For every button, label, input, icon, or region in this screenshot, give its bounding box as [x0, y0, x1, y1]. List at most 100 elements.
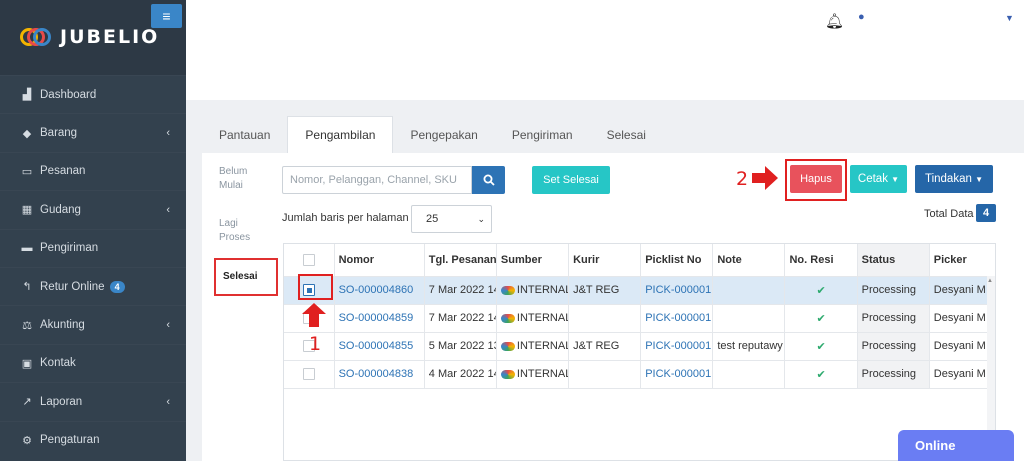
cell-picklist[interactable]: PICK-000001: [640, 276, 714, 305]
subnav-selesai[interactable]: Selesai: [214, 258, 278, 296]
cell-status: Processing: [857, 332, 930, 361]
cell-nomor-text: SO-000004838: [338, 368, 414, 380]
checkbox[interactable]: [302, 253, 315, 266]
sidebar-item-pengiriman[interactable]: ▬ Pengiriman: [0, 229, 186, 267]
cell-nomor[interactable]: SO-000004859: [334, 304, 425, 333]
column-header-nomor[interactable]: Nomor: [334, 244, 425, 277]
rows-per-page-value: 25: [426, 213, 439, 225]
set-selesai-button[interactable]: Set Selesai: [532, 166, 610, 194]
check-icon: ✔: [816, 340, 826, 353]
cell-resi: ✔: [784, 360, 858, 389]
cell-status: Processing: [857, 276, 930, 305]
cell-sumber-text: INTERNAL: [516, 368, 569, 380]
check-icon: ✔: [816, 312, 826, 325]
cell-nomor-text: SO-000004859: [338, 312, 414, 324]
column-header-picker[interactable]: Picker: [929, 244, 995, 277]
annotation-arrow-right-icon: [752, 166, 778, 190]
sidebar-item-kontak[interactable]: ▣ Kontak: [0, 344, 186, 382]
tindakan-dropdown-button[interactable]: Tindakan ▼: [915, 165, 993, 193]
column-header-note[interactable]: Note: [712, 244, 786, 277]
sidebar-item-laporan[interactable]: ↗ Laporan ‹: [0, 382, 186, 420]
tab-pantauan[interactable]: Pantauan: [202, 116, 287, 153]
total-data-label: Total Data: [924, 208, 974, 220]
cell-note: [712, 304, 786, 333]
cell-picklist-text: PICK-000001: [645, 368, 712, 380]
cell-nomor[interactable]: SO-000004855: [334, 332, 425, 361]
rows-per-page-select[interactable]: 25 ⌄: [411, 205, 492, 233]
cell-tgl-text: 4 Mar 2022 14: [428, 368, 497, 380]
logo[interactable]: JUBELIO: [20, 26, 159, 48]
cell-status-text: Processing: [861, 340, 917, 352]
sidebar-item-barang[interactable]: ◆ Barang ‹: [0, 113, 186, 151]
row-checkbox-cell[interactable]: [284, 360, 335, 389]
user-icon[interactable]: ●: [858, 11, 865, 23]
column-header-sumber[interactable]: Sumber: [496, 244, 570, 277]
column-header-picklist-no[interactable]: Picklist No: [640, 244, 714, 277]
hamburger-icon: ≡: [162, 8, 171, 24]
sidebar-item-retur-online[interactable]: ↰ Retur Online 4: [0, 267, 186, 305]
bell-icon[interactable]: 🔔︎: [825, 12, 844, 30]
online-chat-button[interactable]: Online: [898, 430, 1014, 461]
cetak-dropdown-button[interactable]: Cetak ▼: [850, 165, 907, 193]
sidebar-item-label: Retur Online: [40, 280, 105, 293]
cell-picklist[interactable]: PICK-000001: [640, 304, 714, 333]
topbar: 🔔︎ ● ▼: [186, 0, 1024, 100]
menu-toggle-button[interactable]: ≡: [151, 4, 182, 28]
annotation-arrow-up-icon: [302, 303, 326, 327]
cell-nomor-text: SO-000004855: [338, 340, 414, 352]
search-input[interactable]: [282, 166, 472, 194]
cell-picklist[interactable]: PICK-000001: [640, 332, 714, 361]
checkbox[interactable]: [302, 368, 315, 381]
hapus-button[interactable]: Hapus: [790, 165, 842, 193]
sidebar-item-gudang[interactable]: ▦ Gudang ‹: [0, 190, 186, 228]
column-header-status[interactable]: Status: [857, 244, 930, 277]
column-header-tgl-pesanan[interactable]: Tgl. Pesanan: [424, 244, 497, 277]
sidebar-item-pesanan[interactable]: ▭ Pesanan: [0, 152, 186, 190]
tab-pengiriman[interactable]: Pengiriman: [495, 116, 590, 153]
count-badge: 4: [109, 280, 125, 293]
tab-selesai[interactable]: Selesai: [590, 116, 663, 153]
chevron-down-icon: ⌄: [477, 214, 485, 224]
tab-pengepakan[interactable]: Pengepakan: [393, 116, 494, 153]
sidebar-item-pengaturan[interactable]: ⚙ Pengaturan: [0, 421, 186, 459]
annotation-step-1: 1: [309, 333, 322, 355]
chevron-left-icon: ‹: [166, 127, 170, 140]
check-icon: ✔: [816, 284, 826, 297]
cloud-icon: [500, 369, 515, 379]
cell-picklist[interactable]: PICK-000001: [640, 360, 714, 389]
table-row[interactable]: SO-000004860 7 Mar 2022 14 INTERNAL J&T REG…: [284, 276, 995, 305]
cubes-icon: ◆: [22, 127, 32, 140]
subnav-belum-mulai[interactable]: Belum Mulai: [202, 165, 262, 193]
sidebar-item-label: Pesanan: [40, 165, 86, 178]
search-button[interactable]: [472, 166, 505, 194]
column-header-no-resi[interactable]: No. Resi: [784, 244, 858, 277]
truck-icon: ▬: [21, 242, 33, 255]
caret-down-icon: ▼: [975, 174, 983, 184]
table-row[interactable]: SO-000004859 7 Mar 2022 14 INTERNAL PICK-00…: [284, 304, 995, 333]
table-row[interactable]: SO-000004838 4 Mar 2022 14 INTERNAL PICK-00…: [284, 360, 995, 389]
balance-scale-icon: ⚖: [22, 319, 32, 332]
cell-sumber: INTERNAL: [496, 360, 570, 389]
sidebar-item-akunting[interactable]: ⚖ Akunting ‹: [0, 305, 186, 343]
sidebar-item-label: Laporan: [40, 395, 83, 408]
sidebar-item-label: Barang: [40, 127, 78, 140]
jubelio-logo-icon: [20, 26, 52, 48]
cell-resi: ✔: [784, 332, 858, 361]
cell-nomor[interactable]: SO-000004838: [334, 360, 425, 389]
select-all-checkbox[interactable]: [284, 244, 335, 277]
cell-status-text: Processing: [861, 284, 917, 296]
chevron-down-icon[interactable]: ▼: [1005, 13, 1014, 23]
column-header-kurir[interactable]: Kurir: [568, 244, 642, 277]
tindakan-label: Tindakan: [924, 173, 972, 185]
cell-kurir: [568, 304, 642, 333]
sidebar-item-dashboard[interactable]: ▟ Dashboard: [0, 75, 186, 113]
tab-pengambilan[interactable]: Pengambilan: [287, 116, 394, 153]
cell-tgl: 7 Mar 2022 14: [424, 276, 497, 305]
cell-status-text: Processing: [861, 368, 917, 380]
cell-picker: Desyani M: [929, 332, 995, 361]
cell-picker-text: Desyani M: [933, 340, 986, 352]
table-row[interactable]: SO-000004855 5 Mar 2022 13 INTERNAL J&T REG…: [284, 332, 995, 361]
main-content: Pantauan Pengambilan Pengepakan Pengiriman S…: [186, 100, 1024, 461]
subnav-lagi-proses[interactable]: Lagi Proses: [202, 217, 262, 245]
cell-nomor[interactable]: SO-000004860: [334, 276, 425, 305]
